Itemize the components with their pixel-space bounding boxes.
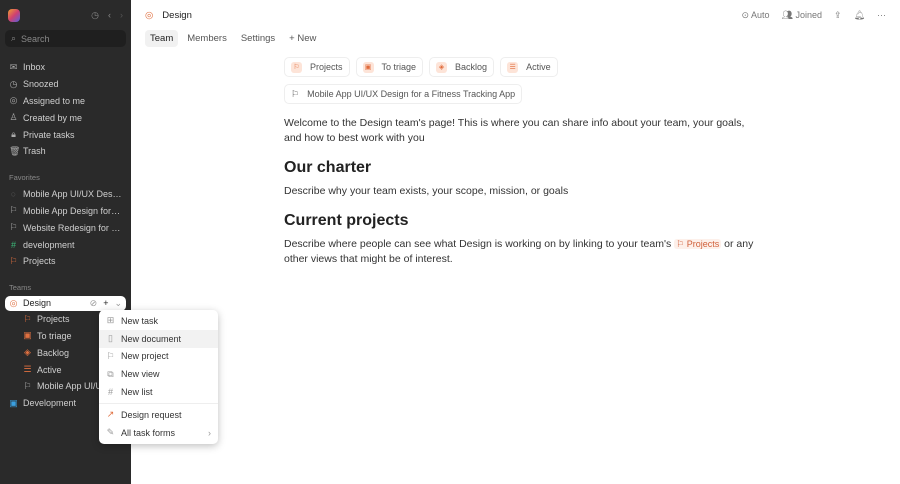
forward-icon[interactable]: › <box>120 10 123 21</box>
trash-icon: 🗑︎ <box>9 145 21 156</box>
app-logo <box>8 8 20 22</box>
form-icon: ↗ <box>106 409 115 420</box>
sidebar-item[interactable]: ◷ Snoozed <box>0 76 131 93</box>
flag-icon: ⚐ <box>291 88 300 99</box>
view-icon: ▣ <box>362 61 374 73</box>
menu-item[interactable]: ⊞ New task <box>99 312 218 330</box>
view-chip[interactable]: ⚐ Projects <box>284 57 350 77</box>
projects-link[interactable]: ⚐ Projects <box>674 239 722 249</box>
menu-icon: ⧉ <box>107 368 114 379</box>
view-icon: ⚐ <box>23 380 32 391</box>
tab[interactable]: Settings <box>236 30 280 47</box>
tab[interactable]: Team <box>145 30 179 47</box>
menu-icon: # <box>107 387 113 398</box>
view-icon: ◈ <box>436 61 448 73</box>
menu-item[interactable]: ▯ New document <box>99 329 218 348</box>
team-icon: ◎ <box>145 9 154 21</box>
heading-charter: Our charter <box>284 159 372 176</box>
sidebar-item[interactable]: ♙ Created by me <box>0 109 131 126</box>
menu-item[interactable]: ⧉ New view <box>99 365 218 383</box>
team-icon: ◎ <box>9 297 18 308</box>
menu-item[interactable]: ✎ All task forms › <box>99 424 218 442</box>
favorite-icon: ○ <box>10 189 17 200</box>
view-icon: ▣ <box>23 330 32 341</box>
heading-projects: Current projects <box>284 212 409 229</box>
project-chip[interactable]: ⚐ Mobile App UI/UX Design for a Fitness T… <box>284 84 523 104</box>
menu-icon: ⚐ <box>106 350 115 361</box>
search-icon: ⌕ <box>11 33 17 43</box>
menu-item[interactable]: # New list <box>99 383 218 401</box>
sidebar-item[interactable]: ✉ Inbox <box>0 59 131 76</box>
inbox-icon: ✉ <box>9 61 18 72</box>
tab[interactable]: + New <box>284 30 321 47</box>
menu-item[interactable]: ↗ Design request <box>99 406 218 424</box>
view-icon: ⚐ <box>23 313 32 324</box>
favorite-item[interactable]: ⚐Mobile App Design for a Fitness App <box>0 203 131 220</box>
menu-icon: ⊞ <box>106 315 115 326</box>
view-icon: ⚐ <box>291 61 302 73</box>
menu-icon: ▯ <box>108 333 113 344</box>
back-icon[interactable]: ‹ <box>108 10 111 21</box>
favorite-item[interactable]: ⚐Website Redesign for a Company <box>0 219 131 236</box>
teams-heading: Teams <box>9 283 32 293</box>
add-menu: ⊞ New task ▯ New document ⚐ New project ⧉ New v… <box>99 310 218 444</box>
favorite-item[interactable]: ⚐ Projects <box>0 253 131 270</box>
sidebar-team-design[interactable]: ◎ Design ⊘ + ⌄ <box>5 295 126 311</box>
more-icon[interactable]: ··· <box>877 10 886 20</box>
intro-text: Welcome to the Design team's page! This … <box>284 117 745 144</box>
favorite-icon: ⚐ <box>9 205 18 216</box>
sidebar-item[interactable]: ◎ Assigned to me <box>0 93 131 110</box>
favorite-item[interactable]: # development <box>0 236 131 253</box>
clock-icon: ◷ <box>9 78 18 89</box>
history-icon[interactable]: ◷ <box>91 10 99 21</box>
plus-icon[interactable]: + <box>103 298 108 309</box>
chevron-down-icon[interactable]: ⌄ <box>114 298 122 309</box>
chevron-right-icon: › <box>208 427 211 438</box>
favorite-item[interactable]: ○Mobile App UI/UX Design for a Fitness T… <box>0 186 131 203</box>
team-icon: ▣ <box>9 397 18 408</box>
lock-icon: 🔒︎ <box>11 129 16 140</box>
auto-button[interactable]: ⊙ Auto <box>741 10 769 21</box>
tab[interactable]: Members <box>182 30 232 47</box>
favorite-icon: # <box>10 239 16 250</box>
share-icon[interactable]: ⇪ <box>834 10 842 21</box>
sidebar-item[interactable]: 🗑︎ Trash <box>0 143 131 160</box>
target-icon: ◎ <box>9 95 18 106</box>
menu-item[interactable]: ⚐ New project <box>99 348 218 366</box>
view-chip[interactable]: ◈ Backlog <box>429 57 495 77</box>
charter-text: Describe why your team exists, your scop… <box>284 185 569 197</box>
bell-icon[interactable]: 🔔︎ <box>854 10 865 21</box>
favorite-icon: ⚐ <box>9 222 18 233</box>
user-icon: ♙ <box>9 112 18 123</box>
projects-text: Describe where people can see what Desig… <box>284 238 754 265</box>
sidebar-item[interactable]: 🔒︎ Private tasks <box>0 126 131 143</box>
view-chip[interactable]: ▣ To triage <box>355 57 424 77</box>
check-icon[interactable]: ⊘ <box>90 298 98 309</box>
search-input[interactable]: ⌕ Search <box>5 30 126 47</box>
view-icon: ☰ <box>507 61 519 73</box>
view-chip[interactable]: ☰ Active <box>500 57 558 77</box>
favorites-heading: Favorites <box>9 173 40 183</box>
view-icon: ◈ <box>24 347 31 358</box>
form-icon: ✎ <box>106 427 115 438</box>
favorite-icon: ⚐ <box>9 255 18 266</box>
joined-button[interactable]: 👥︎ Joined <box>782 10 822 21</box>
view-icon: ☰ <box>23 364 32 375</box>
page-title: Design <box>162 9 192 21</box>
